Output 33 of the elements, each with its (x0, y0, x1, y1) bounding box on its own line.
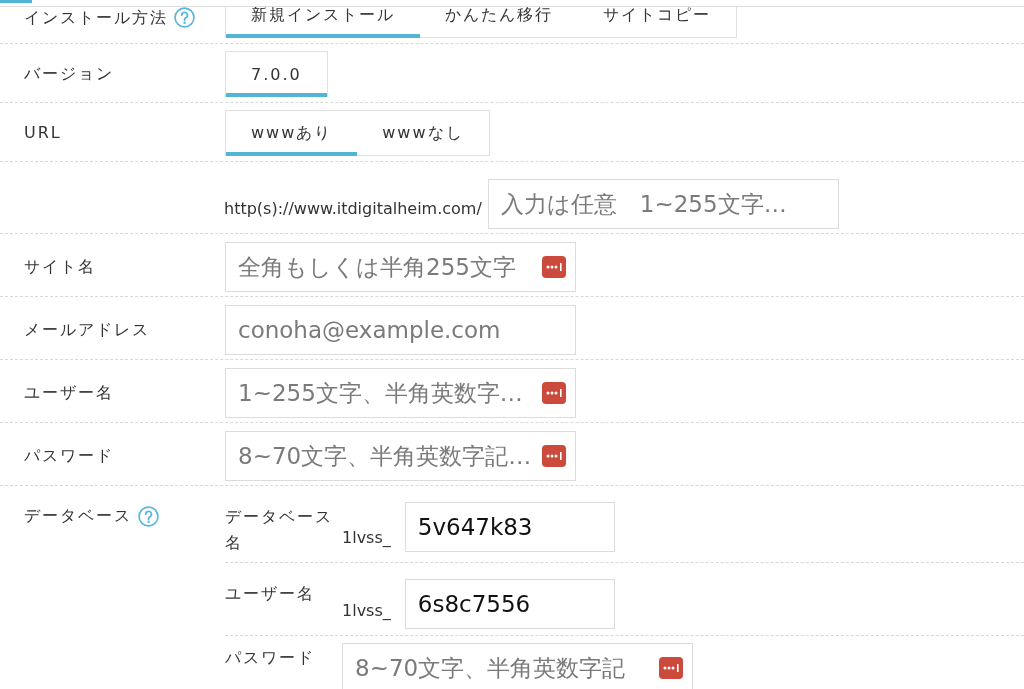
field-label: パスワード (24, 445, 114, 467)
text-field[interactable]: 8~70文字、半角英数字記… (225, 431, 576, 481)
dots-icon[interactable] (542, 382, 566, 404)
tab[interactable]: かんたん移行 (420, 0, 578, 38)
text-field[interactable]: 1~255文字、半角英数字… (225, 368, 576, 418)
field-label: ユーザー名 (24, 382, 114, 404)
text-field[interactable]: 5v647k83 (404, 502, 615, 552)
dots-icon[interactable] (542, 445, 566, 467)
url-prefix: http(s)://www.itdigitalheim.com/ (224, 197, 482, 218)
field-label: ユーザー名 (225, 583, 316, 605)
text-field[interactable]: conoha@example.com (225, 305, 576, 355)
text-field[interactable]: 全角もしくは半角255文字 (225, 242, 576, 292)
dots-icon[interactable] (542, 256, 566, 278)
name-prefix: 1lvss_ (342, 601, 391, 621)
field-label: メールアドレス (24, 319, 150, 341)
accent-bar (0, 0, 32, 3)
field-label: サイト名 (24, 256, 96, 278)
dots-icon[interactable] (659, 657, 683, 679)
field-label: URL (24, 122, 62, 144)
text-field[interactable]: 6s8c7556 (404, 579, 615, 629)
tab[interactable]: 新規インストール (226, 0, 420, 38)
tab[interactable]: wwwあり (226, 111, 358, 156)
field-label: バージョン (24, 63, 114, 85)
text-field[interactable]: 入力は任意 1~255文字… (487, 179, 839, 229)
text-field[interactable]: 8~70文字、半角英数字記 (342, 643, 693, 689)
tab[interactable]: wwwなし (357, 111, 489, 156)
tab[interactable]: サイトコピー (578, 0, 736, 38)
name-prefix: 1lvss_ (342, 528, 391, 548)
field-label: データベース名 (225, 506, 334, 554)
tab[interactable]: 7.0.0 (226, 52, 327, 97)
field-label: データベース (24, 505, 132, 527)
field-label: インストール方法 (24, 6, 168, 29)
field-label: パスワード (225, 647, 316, 669)
